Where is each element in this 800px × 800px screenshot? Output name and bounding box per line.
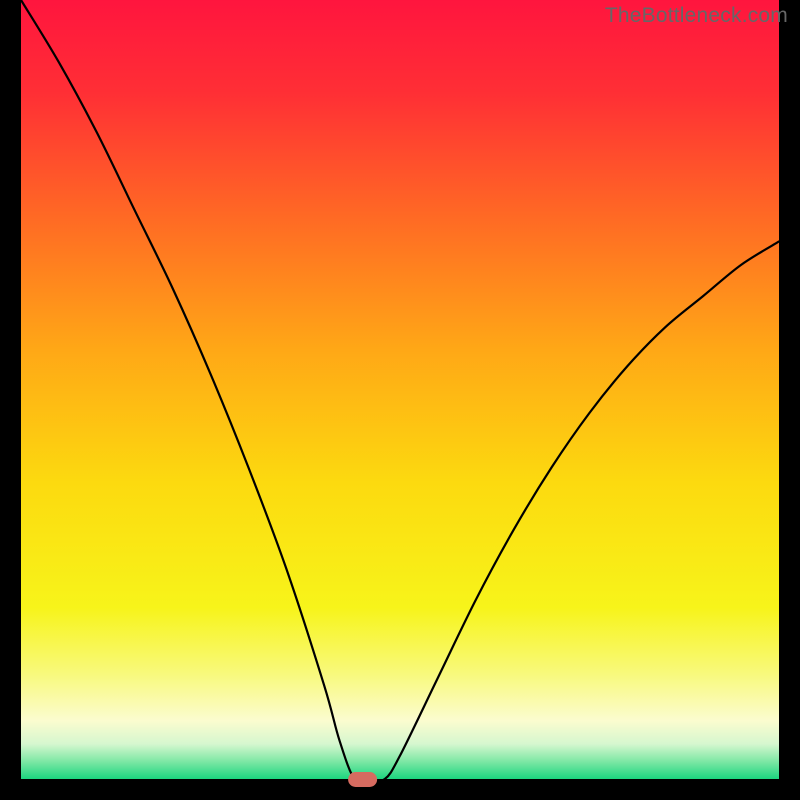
bottleneck-chart: TheBottleneck.com: [0, 0, 800, 800]
watermark: TheBottleneck.com: [605, 4, 788, 28]
chart-svg: [0, 0, 800, 800]
optimal-marker: [348, 772, 377, 787]
